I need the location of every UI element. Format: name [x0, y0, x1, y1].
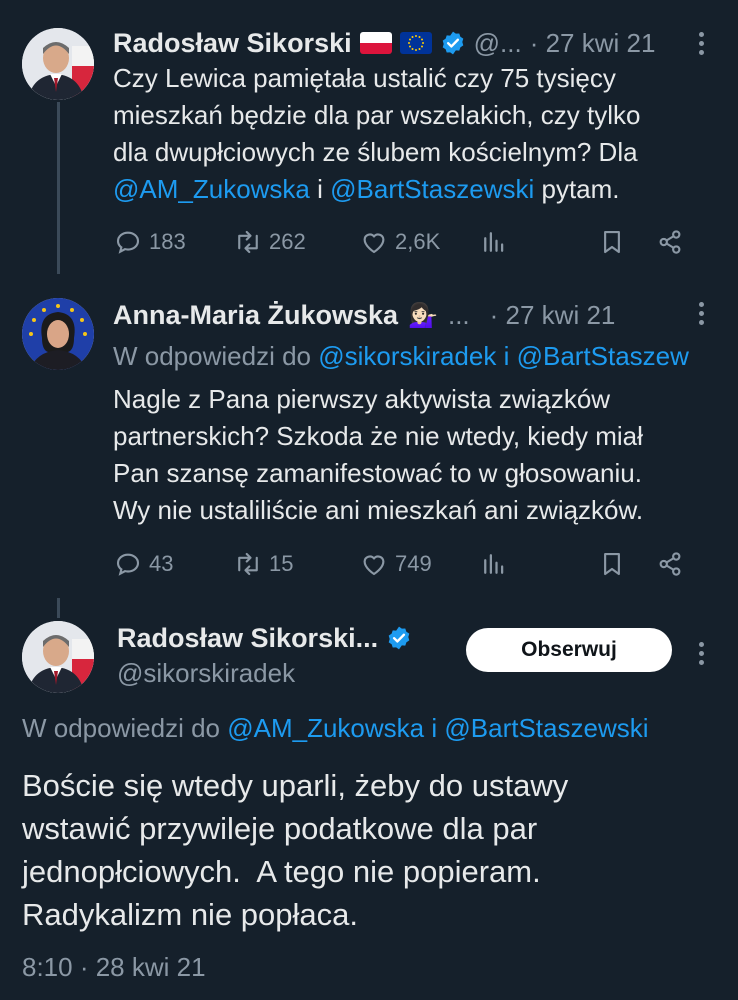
share-button[interactable]	[655, 549, 685, 579]
handle-truncated: ...	[447, 299, 470, 330]
avatar-anna-maria-zukowska[interactable]	[22, 298, 94, 370]
poland-flag-icon	[359, 32, 392, 54]
follow-button[interactable]: Obserwuj	[466, 628, 672, 672]
reply-prefix: W odpowiedzi do	[22, 712, 228, 743]
tweet-line: dla dwupłciowych ze ślubem kościelnym? D…	[113, 137, 638, 167]
avatar-radoslaw-sikorski[interactable]	[22, 621, 94, 693]
author-name[interactable]: Radosław Sikorski...	[117, 623, 378, 654]
author-name[interactable]: Anna-Maria Żukowska	[113, 300, 398, 331]
retweet-icon	[238, 552, 258, 576]
retweet-button[interactable]: 262	[233, 227, 359, 257]
avatar-radoslaw-sikorski[interactable]	[22, 28, 94, 100]
reply-icon	[116, 553, 140, 576]
retweet-count: 15	[269, 551, 294, 576]
tweet-line: partnerskich? Szkoda że nie wtedy, kiedy…	[113, 421, 643, 451]
tweet-timestamp[interactable]: 8:10 · 28 kwi 21	[22, 952, 206, 983]
tweet3-text: Boście się wtedy uparli, żeby do ustawy …	[22, 764, 712, 936]
analytics-icon	[484, 232, 504, 252]
tweet-date[interactable]: · 27 kwi 21	[530, 28, 656, 59]
reply-conjunction: i	[496, 340, 517, 371]
tweet1-actions: 183 262 2,6K	[113, 224, 698, 260]
tweet3-handle-row: @sikorskiradek	[117, 656, 295, 690]
like-count: 2,6K	[395, 229, 441, 254]
retweet-icon	[238, 230, 258, 254]
more-options-icon[interactable]	[697, 28, 705, 59]
thread-line	[57, 598, 60, 618]
views-button[interactable]	[479, 227, 597, 257]
tweet-line: jednopłciowych. A tego nie popieram.	[22, 854, 541, 889]
text-fragment: pytam.	[534, 174, 620, 204]
author-handle[interactable]: @sikorskiradek	[117, 658, 295, 689]
bookmark-icon	[604, 230, 620, 254]
tweet-line: Wy nie ustaliliście ani mieszkań ani zwi…	[113, 495, 644, 525]
like-button[interactable]: 2,6K	[359, 227, 479, 257]
eu-flag-icon	[399, 32, 432, 54]
analytics-icon	[484, 554, 504, 574]
share-icon	[659, 552, 681, 576]
reply-context: W odpowiedzi do @sikorskiradek i @BartSt…	[113, 338, 689, 374]
mention-link[interactable]: @BartStaszewski	[444, 713, 648, 744]
reply-icon	[116, 231, 140, 254]
mention-link[interactable]: @BartStaszewski	[330, 174, 534, 204]
mention-link[interactable]: @sikorskiradek	[318, 341, 496, 372]
share-button[interactable]	[655, 227, 685, 257]
tweet-line: Czy Lewica pamiętała ustalić czy 75 tysi…	[113, 63, 616, 93]
author-name[interactable]: Radosław Sikorski	[113, 28, 352, 59]
tweet2-text: Nagle z Pana pierwszy aktywista związków…	[113, 381, 723, 529]
tweet2-actions: 43 15 749	[113, 546, 698, 582]
tweet-date[interactable]: · 27 kwi 21	[490, 300, 616, 331]
tweet-line: Boście się wtedy uparli, żeby do ustawy	[22, 768, 569, 803]
tweet-line: wstawić przywileje podatkowe dla par	[22, 811, 538, 846]
retweet-button[interactable]: 15	[233, 549, 359, 579]
mention-link[interactable]: @BartStaszew	[517, 341, 689, 372]
bookmark-icon	[604, 552, 620, 576]
author-handle[interactable]: @...	[474, 28, 522, 59]
verified-badge-icon	[386, 625, 412, 651]
more-options-icon[interactable]	[697, 638, 705, 669]
views-button[interactable]	[479, 549, 597, 579]
heart-icon	[363, 555, 385, 576]
tweet2-header: Anna-Maria Żukowska 💁🏻‍♀️ ... · 27 kwi 2…	[113, 298, 615, 332]
reply-count: 183	[149, 229, 186, 254]
more-options-icon[interactable]	[697, 298, 705, 329]
reply-count: 43	[149, 551, 174, 576]
reply-prefix: W odpowiedzi do	[113, 340, 319, 371]
tweet3-meta: 8:10 · 28 kwi 21	[22, 950, 206, 984]
heart-icon	[363, 233, 385, 254]
tweet-line: Radykalizm nie popłaca.	[22, 897, 359, 932]
mention-link[interactable]: @AM_Zukowska	[227, 713, 424, 744]
tweet-line: @AM_Zukowska i @BartStaszewski pytam.	[113, 171, 713, 208]
verified-badge-icon	[440, 30, 466, 56]
person-tipping-hand-emoji: 💁🏻‍♀️	[408, 301, 438, 329]
tweet1-header: Radosław Sikorski @... · 27 kwi 21	[113, 26, 655, 60]
thread-line	[57, 102, 60, 274]
like-count: 749	[395, 551, 432, 576]
tweet-line: Nagle z Pana pierwszy aktywista związków	[113, 384, 611, 414]
reply-button[interactable]: 43	[113, 549, 233, 579]
like-button[interactable]: 749	[359, 549, 479, 579]
tweet-line: Pan szansę zamanifestować to w głosowani…	[113, 458, 642, 488]
mention-link[interactable]: @AM_Zukowska	[113, 174, 310, 204]
reply-button[interactable]: 183	[113, 227, 233, 257]
bookmark-button[interactable]	[597, 549, 655, 579]
text-fragment: i	[309, 174, 331, 204]
share-icon	[659, 230, 681, 254]
tweet3-header: Radosław Sikorski...	[117, 620, 412, 656]
tweet1-text: Czy Lewica pamiętała ustalić czy 75 tysi…	[113, 60, 713, 208]
bookmark-button[interactable]	[597, 227, 655, 257]
reply-conjunction: i	[424, 712, 445, 743]
reply-context: W odpowiedzi do @AM_Zukowska i @BartStas…	[22, 710, 649, 746]
tweet-line: mieszkań będzie dla par wszelakich, czy …	[113, 100, 641, 130]
retweet-count: 262	[269, 229, 306, 254]
